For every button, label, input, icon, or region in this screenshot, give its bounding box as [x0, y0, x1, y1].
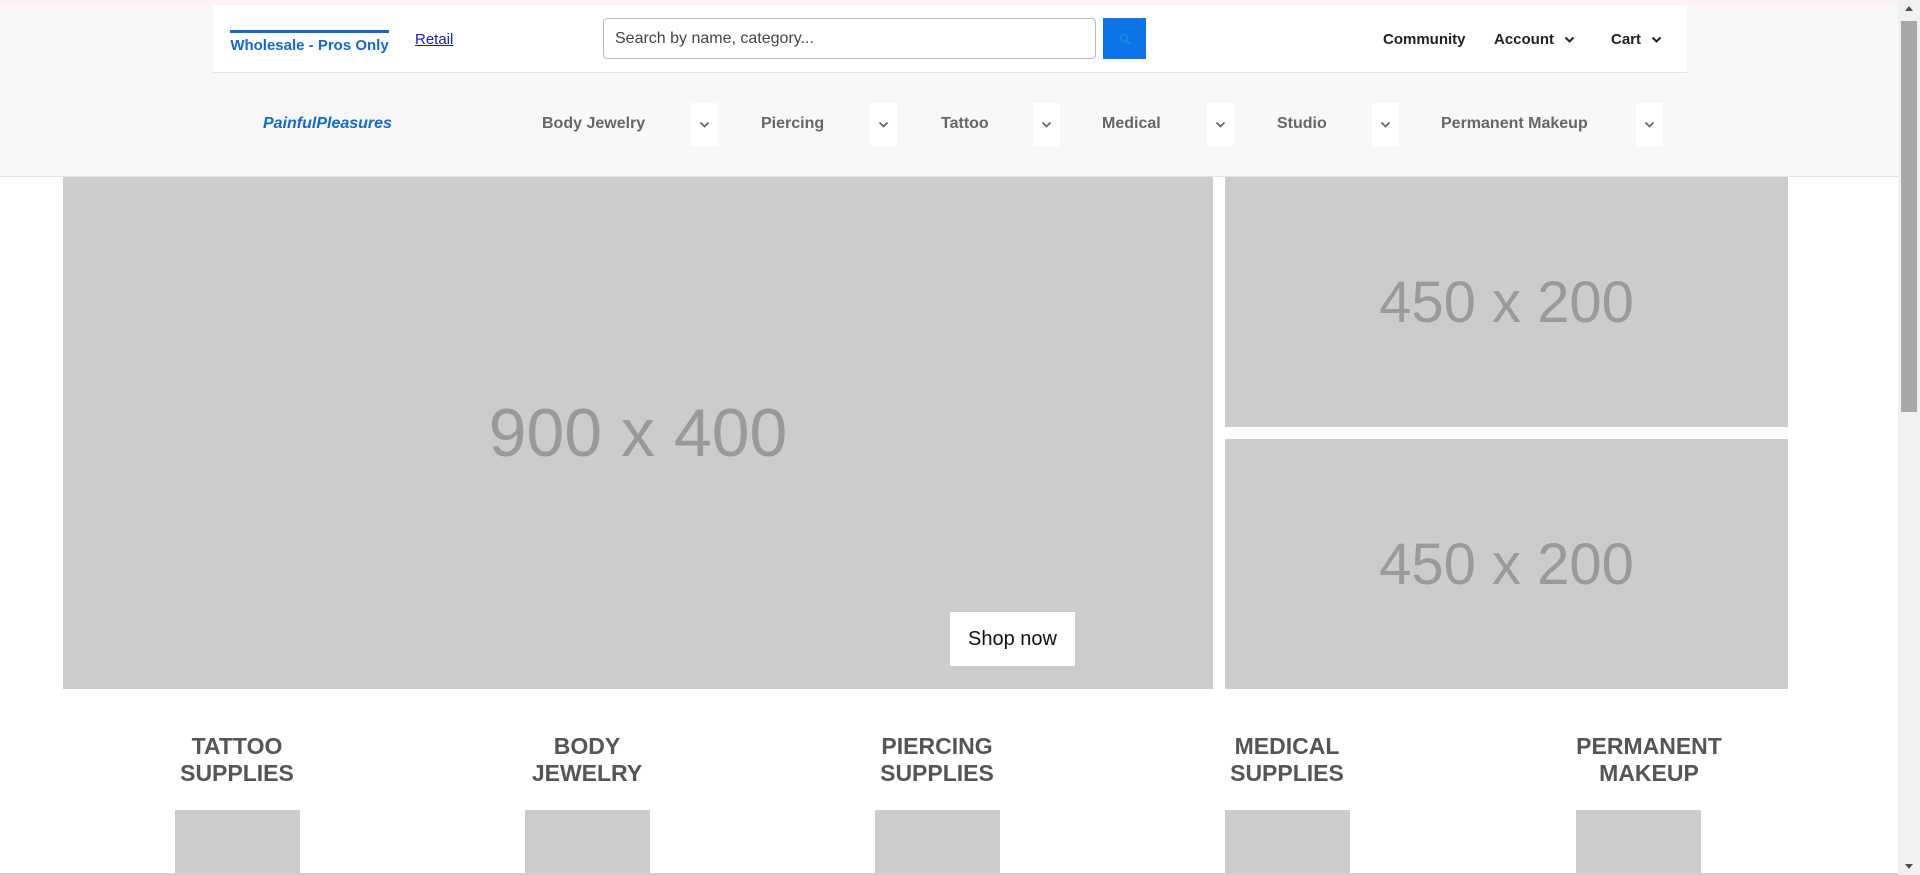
feature-image[interactable] [875, 810, 1000, 875]
top-bar: Wholesale - Pros Only Retail Community A… [213, 5, 1687, 73]
feature-title-line: BODY [553, 733, 621, 759]
feature-title-line: PERMANENT [1576, 733, 1722, 759]
tab-wholesale[interactable]: Wholesale - Pros Only [230, 30, 389, 54]
search-icon [1119, 33, 1131, 45]
search-bar [603, 18, 1166, 59]
shop-now-button[interactable]: Shop now [950, 612, 1075, 666]
chevron-down-icon [1651, 36, 1662, 43]
cart-menu[interactable]: Cart [1611, 31, 1662, 48]
chevron-down-icon [1380, 121, 1391, 128]
feature-title-line: SUPPLIES [880, 760, 994, 786]
feature-tattoo-supplies[interactable]: TATTOO SUPPLIES [127, 733, 347, 875]
nav-permanent-makeup[interactable]: Permanent Makeup [1441, 115, 1588, 133]
community-label: Community [1383, 31, 1466, 48]
hero-side-placeholder-text: 450 x 200 [1379, 531, 1634, 597]
feature-permanent-makeup[interactable]: PERMANENT MAKEUP [1539, 733, 1759, 875]
feature-image[interactable] [1225, 810, 1350, 875]
chevron-down-icon [878, 121, 889, 128]
chevron-down-icon [1215, 121, 1226, 128]
feature-title-line: JEWELRY [531, 760, 643, 786]
hero-main-placeholder-text: 900 x 400 [488, 395, 788, 471]
nav-tattoo[interactable]: Tattoo [941, 115, 989, 133]
feature-title-line: SUPPLIES [1230, 760, 1344, 786]
logo[interactable]: PainfulPleasures [263, 115, 392, 133]
account-label: Account [1494, 31, 1554, 48]
chevron-down-icon [1041, 121, 1052, 128]
studio-dropdown-toggle[interactable] [1372, 103, 1399, 146]
scrollbar-thumb[interactable] [1901, 21, 1917, 412]
tab-retail[interactable]: Retail [415, 31, 453, 48]
nav-body-jewelry[interactable]: Body Jewelry [542, 115, 645, 133]
hero-side-image-top[interactable]: 450 x 200 [1225, 177, 1788, 427]
chevron-down-icon [1644, 121, 1655, 128]
permanent-makeup-dropdown-toggle[interactable] [1636, 103, 1663, 146]
search-button[interactable] [1103, 18, 1146, 59]
nav-piercing[interactable]: Piercing [761, 115, 824, 133]
hero-side-image-bottom[interactable]: 450 x 200 [1225, 439, 1788, 689]
feature-medical-supplies[interactable]: MEDICAL SUPPLIES [1177, 733, 1397, 875]
feature-image[interactable] [175, 810, 300, 875]
feature-image[interactable] [525, 810, 650, 875]
feature-title-line: MAKEUP [1599, 760, 1699, 786]
search-input[interactable] [603, 18, 1096, 59]
feature-title-line: PIERCING [881, 733, 993, 759]
feature-piercing-supplies[interactable]: PIERCING SUPPLIES [827, 733, 1047, 875]
piercing-dropdown-toggle[interactable] [870, 103, 897, 146]
feature-body-jewelry[interactable]: BODY JEWELRY [477, 733, 697, 875]
vertical-scrollbar[interactable] [1898, 0, 1920, 875]
nav-studio[interactable]: Studio [1277, 115, 1327, 133]
account-menu[interactable]: Account [1494, 31, 1575, 48]
feature-title-line: TATTOO [191, 733, 283, 759]
chevron-down-icon [1564, 36, 1575, 43]
community-link[interactable]: Community [1383, 31, 1466, 48]
cart-label: Cart [1611, 31, 1642, 48]
feature-title-line: SUPPLIES [180, 760, 294, 786]
scroll-up-arrow-icon[interactable] [1898, 0, 1920, 17]
nav-medical[interactable]: Medical [1102, 115, 1161, 133]
feature-image[interactable] [1576, 810, 1701, 875]
chevron-down-icon [699, 121, 710, 128]
tattoo-dropdown-toggle[interactable] [1033, 103, 1060, 146]
feature-title-line: MEDICAL [1234, 733, 1340, 759]
hero-side-placeholder-text: 450 x 200 [1379, 269, 1634, 335]
medical-dropdown-toggle[interactable] [1207, 103, 1234, 146]
body-jewelry-dropdown-toggle[interactable] [691, 103, 718, 146]
scroll-down-arrow-icon[interactable] [1898, 858, 1920, 875]
